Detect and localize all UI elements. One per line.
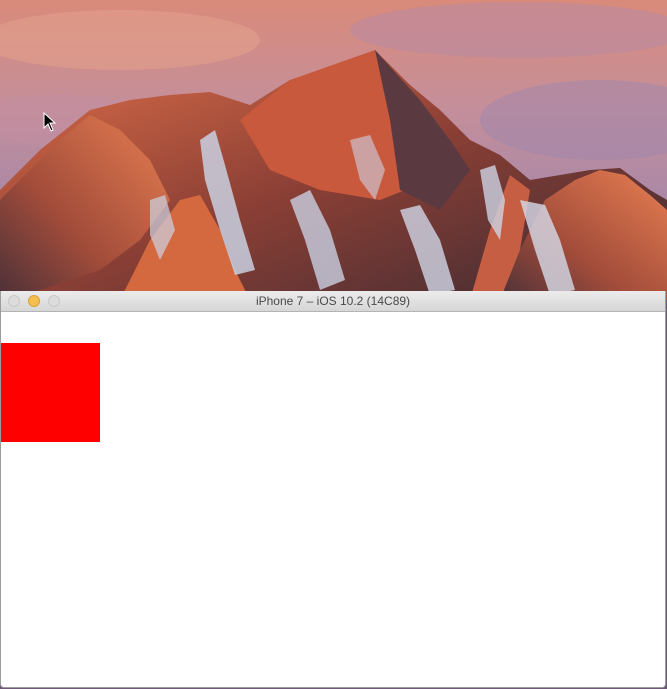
desktop: iPhone 7 – iOS 10.2 (14C89) — [0, 0, 667, 689]
arrow-cursor-icon — [43, 112, 57, 132]
window-titlebar[interactable]: iPhone 7 – iOS 10.2 (14C89) — [1, 291, 665, 312]
desktop-wallpaper — [0, 0, 667, 300]
simulator-window: iPhone 7 – iOS 10.2 (14C89) — [0, 291, 666, 688]
app-screen[interactable] — [1, 312, 665, 687]
window-title: iPhone 7 – iOS 10.2 (14C89) — [255, 294, 411, 308]
red-square-view — [1, 343, 100, 442]
